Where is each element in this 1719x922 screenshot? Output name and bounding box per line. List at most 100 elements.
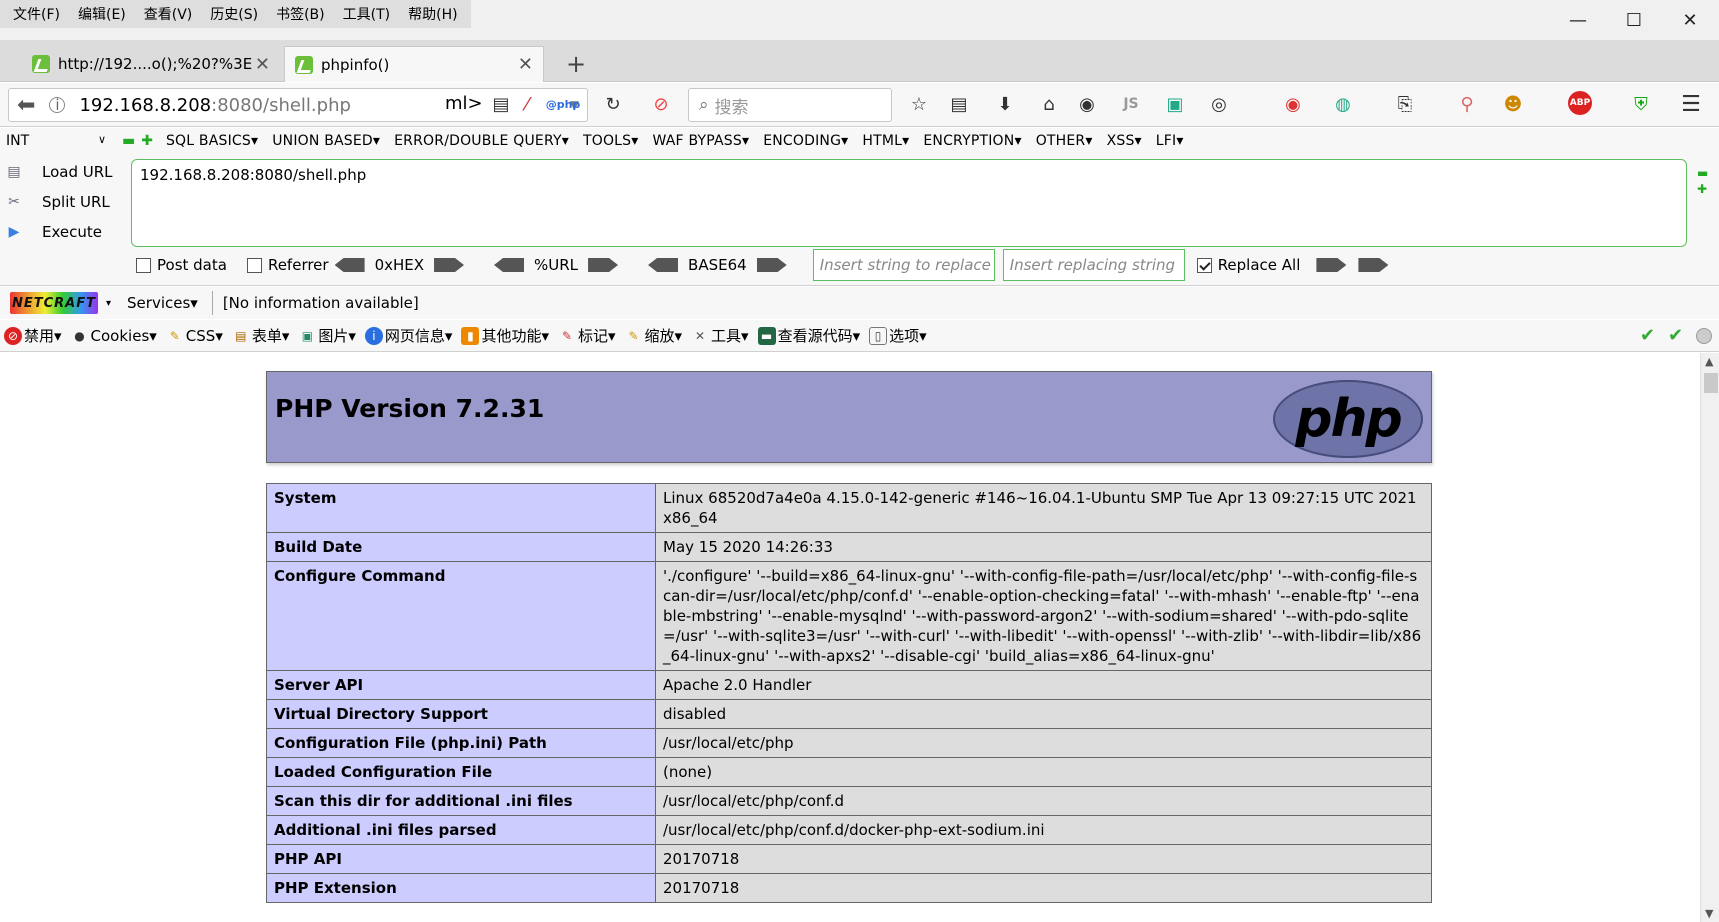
- table-row: System Linux 68520d7a4e0a 4.15.0-142-gene…: [266, 483, 1432, 533]
- menu-tools[interactable]: 工具(T): [334, 4, 399, 24]
- scrollbar[interactable]: ▲ ▼: [1700, 353, 1719, 922]
- new-tab-button[interactable]: +: [556, 46, 596, 82]
- split-url-button[interactable]: ✂ Split URL: [4, 192, 110, 212]
- image-icon[interactable]: ▣: [1162, 91, 1188, 117]
- home-icon[interactable]: ⌂: [1036, 91, 1062, 117]
- zoom-icon[interactable]: ⚲: [1454, 91, 1480, 117]
- netcraft-logo[interactable]: NETCRAFT: [10, 292, 98, 314]
- hex-decode-arrow-icon[interactable]: [334, 258, 365, 272]
- hamburger-menu-icon[interactable]: ☰: [1678, 91, 1704, 117]
- js-icon[interactable]: JS: [1118, 91, 1144, 117]
- page-info-menu[interactable]: i 网页信息▾: [364, 325, 452, 346]
- shield-icon[interactable]: ⛨: [1628, 91, 1654, 117]
- resize-icon: ✎: [628, 328, 639, 343]
- menu-bookmarks[interactable]: 书签(B): [267, 4, 334, 24]
- status-circle-icon[interactable]: [1696, 327, 1712, 344]
- shrink-icon[interactable]: ▬: [1697, 166, 1708, 180]
- expand-icon[interactable]: ✚: [1697, 182, 1707, 196]
- misc-menu[interactable]: ▮ 其他功能▾: [461, 325, 549, 346]
- menu-file[interactable]: 文件(F): [4, 4, 69, 24]
- execute-button[interactable]: ▶ Execute: [4, 222, 102, 242]
- forms-menu[interactable]: ▤ 表单▾: [232, 325, 289, 346]
- view-source-menu[interactable]: ▬ 查看源代码▾: [757, 325, 860, 346]
- options-menu[interactable]: ▯ 选项▾: [869, 325, 927, 346]
- post-data-checkbox[interactable]: [136, 257, 151, 273]
- referrer-checkbox[interactable]: [246, 257, 262, 273]
- menu-edit[interactable]: 编辑(E): [69, 4, 135, 24]
- hosts-icon[interactable]: ▤: [488, 91, 514, 117]
- hex-encode-arrow-icon[interactable]: [434, 258, 465, 272]
- css-menu[interactable]: ✎ CSS▾: [166, 327, 223, 345]
- red-eye-icon[interactable]: ◉: [1280, 91, 1306, 117]
- decrease-icon[interactable]: ▬: [122, 133, 135, 149]
- download-icon[interactable]: ⬇: [992, 91, 1018, 117]
- scroll-up-icon[interactable]: ▲: [1705, 355, 1713, 368]
- scroll-down-icon[interactable]: ▼: [1705, 907, 1713, 920]
- menu-sql-basics[interactable]: SQL BASICS▾: [159, 133, 265, 149]
- reading-list-icon[interactable]: ▤: [946, 91, 972, 117]
- cookies-menu[interactable]: ● Cookies▾: [71, 327, 157, 345]
- html-valid-check-icon[interactable]: ✔: [1668, 325, 1683, 346]
- hackbar-type-select[interactable]: INT ∨: [0, 133, 112, 149]
- base64-decode-arrow-icon[interactable]: [648, 258, 679, 272]
- resize-menu[interactable]: ✎ 缩放▾: [625, 325, 682, 346]
- globe-icon[interactable]: ◉: [1074, 91, 1100, 117]
- menu-encryption[interactable]: ENCRYPTION▾: [916, 133, 1028, 149]
- scrollbar-thumb[interactable]: [1704, 373, 1718, 393]
- menu-help[interactable]: 帮助(H): [399, 4, 466, 24]
- replace-arrow-icon[interactable]: [1316, 258, 1347, 272]
- translate-icon[interactable]: ◍: [1330, 91, 1356, 117]
- tools-menu[interactable]: ✕ 工具▾: [691, 325, 749, 346]
- outline-menu[interactable]: ✎ 标记▾: [558, 325, 616, 346]
- table-row: Build Date May 15 2020 14:26:33: [266, 532, 1432, 562]
- replace-reverse-arrow-icon[interactable]: [1358, 258, 1389, 272]
- css-valid-check-icon[interactable]: ✔: [1640, 325, 1655, 346]
- menu-other[interactable]: OTHER▾: [1029, 133, 1100, 149]
- php-icon[interactable]: @php: [540, 91, 586, 117]
- copy-icon[interactable]: ⎘: [1392, 91, 1418, 117]
- menu-encoding[interactable]: ENCODING▾: [756, 133, 855, 149]
- adblock-icon[interactable]: ABP: [1568, 91, 1592, 115]
- tab-close-icon[interactable]: ✕: [255, 54, 270, 75]
- replace-all-checkbox[interactable]: [1196, 257, 1212, 273]
- cookie-icon: ●: [74, 328, 85, 343]
- menu-waf-bypass[interactable]: WAF BYPASS▾: [646, 133, 757, 149]
- url-text[interactable]: 192.168.8.208:8080/shell.php: [79, 95, 350, 116]
- replacing-string-input[interactable]: Insert replacing string: [1002, 249, 1185, 281]
- tab-phpinfo[interactable]: phpinfo() ✕: [284, 46, 544, 82]
- url-decode-arrow-icon[interactable]: [494, 258, 525, 272]
- hackbar-url-textarea[interactable]: 192.168.8.208:8080/shell.php: [131, 159, 1687, 247]
- menu-view[interactable]: 查看(V): [135, 4, 202, 24]
- services-menu[interactable]: Services▾: [127, 294, 198, 312]
- increase-icon[interactable]: ✚: [141, 133, 153, 149]
- images-menu[interactable]: ▣ 图片▾: [298, 325, 356, 346]
- bookmark-star-icon[interactable]: ☆: [906, 91, 932, 117]
- reload-icon[interactable]: ↻: [600, 91, 626, 117]
- feather-icon[interactable]: ⁄: [514, 91, 540, 117]
- disable-menu[interactable]: ⊘ 禁用▾: [4, 325, 62, 346]
- menu-union-based[interactable]: UNION BASED▾: [265, 133, 387, 149]
- menu-xss[interactable]: XSS▾: [1100, 133, 1149, 149]
- menu-error-double-query[interactable]: ERROR/DOUBLE QUERY▾: [387, 133, 576, 149]
- url-encode-arrow-icon[interactable]: [588, 258, 619, 272]
- menu-lfi[interactable]: LFI▾: [1149, 133, 1191, 149]
- menu-tools[interactable]: TOOLS▾: [576, 133, 646, 149]
- monkey-icon[interactable]: ☻: [1500, 91, 1526, 117]
- table-row: Loaded Configuration File (none): [266, 757, 1432, 787]
- block-icon[interactable]: ⊘: [648, 91, 674, 117]
- back-arrow-icon[interactable]: ⬅: [17, 93, 35, 118]
- menu-html[interactable]: HTML▾: [855, 133, 916, 149]
- tab-close-icon[interactable]: ✕: [518, 54, 533, 75]
- search-input[interactable]: ⌕ 搜索: [688, 88, 892, 122]
- wrench-icon: ✕: [695, 328, 706, 343]
- table-row: Configuration File (php.ini) Path/usr/lo…: [266, 728, 1432, 758]
- netcraft-dropdown-icon[interactable]: ▾: [106, 298, 111, 309]
- row-value: 20170718: [655, 844, 1432, 874]
- palette-icon[interactable]: ◎: [1206, 91, 1232, 117]
- replace-string-input[interactable]: Insert string to replace: [812, 249, 995, 281]
- base64-encode-arrow-icon[interactable]: [756, 258, 787, 272]
- site-info-icon[interactable]: i: [49, 96, 66, 114]
- load-url-button[interactable]: ▤ Load URL: [4, 162, 112, 182]
- tab-shell[interactable]: http://192....o();%20?%3E ✕: [22, 46, 280, 82]
- menu-history[interactable]: 历史(S): [201, 4, 267, 24]
